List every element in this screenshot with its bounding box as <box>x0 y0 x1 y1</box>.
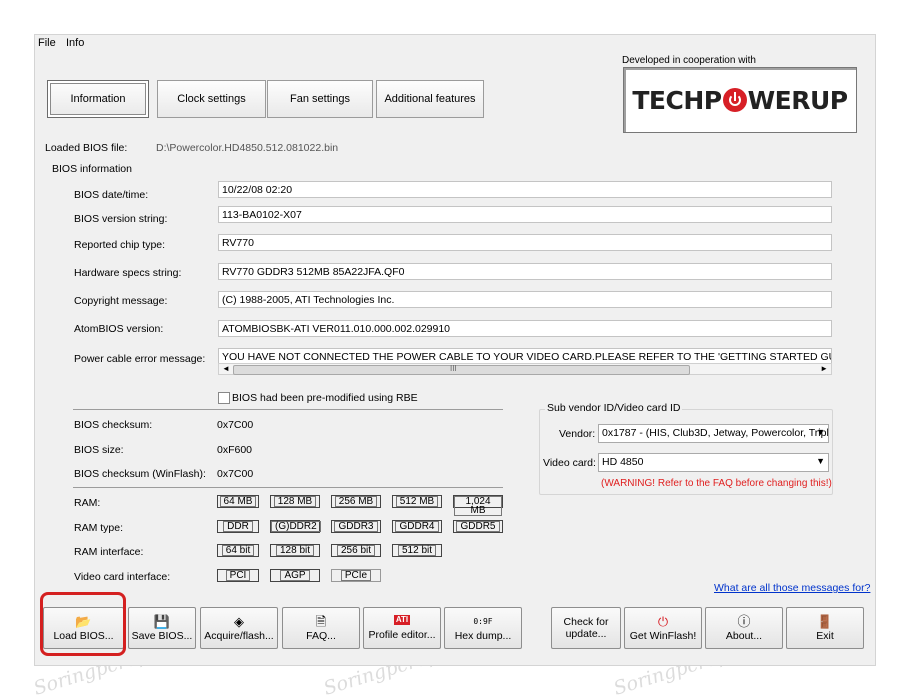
menu-bar: File Info <box>35 35 875 51</box>
scroll-thumb[interactable]: III <box>233 364 690 375</box>
bios-info-group-label: BIOS information <box>52 163 132 175</box>
copyright-label: Copyright message: <box>74 295 168 307</box>
ram-interface-option: 64 bit <box>217 544 259 557</box>
chevron-down-icon: ▼ <box>816 456 825 466</box>
power-icon: ⏻ <box>657 613 669 629</box>
ram-type-option: GDDR5 <box>453 520 503 533</box>
power-cable-label: Power cable error message: <box>74 353 206 365</box>
rbe-window: File Info Information Clock settings Fan… <box>34 34 876 666</box>
ram-option: 512 MB <box>392 495 442 508</box>
ram-interface-label: RAM interface: <box>74 546 144 558</box>
techpowerup-logo[interactable]: TECHP WERUP <box>623 67 857 133</box>
bios-size-value: 0xF600 <box>217 444 253 456</box>
exit-button[interactable]: 🚪 Exit <box>786 607 864 649</box>
rbe-checkbox[interactable] <box>218 392 230 404</box>
power-logo-icon <box>722 88 747 112</box>
ram-option: 128 MB <box>270 495 320 508</box>
ram-label: RAM: <box>74 497 101 509</box>
tab-fan-settings[interactable]: Fan settings <box>267 80 373 118</box>
exit-door-icon: 🚪 <box>816 613 834 629</box>
atombios-field[interactable]: ATOMBIOSBK-ATI VER011.010.000.002.029910 <box>218 320 832 337</box>
loaded-bios-label: Loaded BIOS file: <box>45 142 128 154</box>
hw-specs-field[interactable]: RV770 GDDR3 512MB 85A22JFA.QF0 <box>218 263 832 280</box>
profile-editor-button[interactable]: ATI Profile editor... <box>363 607 441 649</box>
loaded-bios-path: D:\Powercolor.HD4850.512.081022.bin <box>156 142 339 154</box>
chip-type-field[interactable]: RV770 <box>218 234 832 251</box>
winflash-checksum-value: 0x7C00 <box>217 468 254 480</box>
document-icon: 🗎 <box>315 613 327 629</box>
divider <box>73 409 503 410</box>
ram-type-option: GDDR4 <box>392 520 442 533</box>
acquire-flash-button[interactable]: ◈ Acquire/flash... <box>200 607 278 649</box>
bios-date-label: BIOS date/time: <box>74 189 149 201</box>
bios-version-field[interactable]: 113-BA0102-X07 <box>218 206 832 223</box>
scroll-right-icon[interactable]: ► <box>820 364 828 373</box>
card-interface-option: PCI <box>217 569 259 582</box>
subvendor-group-label: Sub vendor ID/Video card ID <box>545 402 683 414</box>
tab-clock-settings[interactable]: Clock settings <box>157 80 266 118</box>
bios-version-label: BIOS version string: <box>74 213 168 225</box>
copyright-field[interactable]: (C) 1988-2005, ATI Technologies Inc. <box>218 291 832 308</box>
atombios-label: AtomBIOS version: <box>74 323 164 335</box>
ram-interface-option: 512 bit <box>392 544 442 557</box>
card-interface-option: AGP <box>270 569 320 582</box>
warning-text: (WARNING! Refer to the FAQ before changi… <box>601 478 832 489</box>
ram-option: 1,024 MB <box>453 495 503 516</box>
chevron-down-icon: ▼ <box>816 427 825 437</box>
ati-icon: ATI <box>393 615 411 625</box>
winflash-checksum-label: BIOS checksum (WinFlash): <box>74 468 206 480</box>
hex-icon: 0:9F <box>473 616 493 626</box>
horizontal-scrollbar[interactable]: ◄ III ► <box>218 363 832 375</box>
info-icon: ⓘ <box>737 613 751 629</box>
card-interface-label: Video card interface: <box>74 571 171 583</box>
hw-specs-label: Hardware specs string: <box>74 267 182 279</box>
vendor-label: Vendor: <box>559 428 596 440</box>
ram-interface-option: 256 bit <box>331 544 381 557</box>
ram-type-option: (G)DDR2 <box>270 520 321 533</box>
menu-info[interactable]: Info <box>66 37 84 49</box>
hex-dump-button[interactable]: 0:9F Hex dump... <box>444 607 522 649</box>
scroll-grip: III <box>450 364 457 373</box>
checksum-label: BIOS checksum: <box>74 419 153 431</box>
ram-type-option: DDR <box>217 520 259 533</box>
video-card-dropdown[interactable]: HD 4850 ▼ <box>598 453 829 472</box>
save-bios-button[interactable]: 💾 Save BIOS... <box>128 607 196 649</box>
chip-type-label: Reported chip type: <box>74 239 166 251</box>
video-card-label: Video card: <box>543 457 596 469</box>
card-interface-option: PCIe <box>331 569 381 582</box>
partner-caption: Developed in cooperation with <box>622 55 756 66</box>
power-cable-field[interactable]: YOU HAVE NOT CONNECTED THE POWER CABLE T… <box>218 348 832 364</box>
checksum-value: 0x7C00 <box>217 419 254 431</box>
tab-additional-features[interactable]: Additional features <box>376 80 484 118</box>
ram-interface-option: 128 bit <box>270 544 320 557</box>
scroll-left-icon[interactable]: ◄ <box>222 364 230 373</box>
tab-information[interactable]: Information <box>47 80 149 118</box>
divider <box>73 487 503 488</box>
rbe-checkbox-label: BIOS had been pre-modified using RBE <box>232 392 418 404</box>
about-button[interactable]: ⓘ About... <box>705 607 783 649</box>
bios-size-label: BIOS size: <box>74 444 124 456</box>
ram-option: 64 MB <box>217 495 259 508</box>
get-winflash-button[interactable]: ⏻ Get WinFlash! <box>624 607 702 649</box>
vendor-dropdown[interactable]: 0x1787 - (HIS, Club3D, Jetway, Powercolo… <box>598 424 829 443</box>
menu-file[interactable]: File <box>38 37 56 49</box>
ram-option: 256 MB <box>331 495 381 508</box>
floppy-icon: 💾 <box>153 613 171 629</box>
load-bios-highlight <box>40 592 126 656</box>
ram-type-label: RAM type: <box>74 522 124 534</box>
bios-date-field[interactable]: 10/22/08 02:20 <box>218 181 832 198</box>
ram-type-option: GDDR3 <box>331 520 381 533</box>
chip-icon: ◈ <box>234 613 244 629</box>
faq-button[interactable]: 🗎 FAQ... <box>282 607 360 649</box>
help-link[interactable]: What are all those messages for? <box>714 582 870 594</box>
check-update-button[interactable]: Check for update... <box>551 607 621 649</box>
